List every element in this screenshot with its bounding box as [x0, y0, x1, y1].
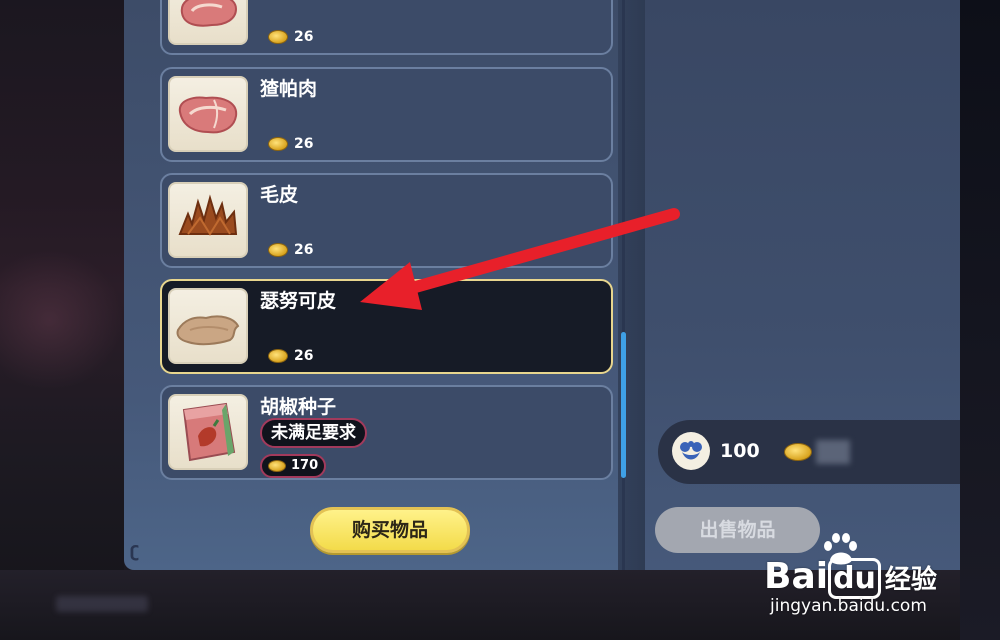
points-value: 100: [720, 440, 760, 462]
blue-flower-icon: [672, 432, 710, 470]
item-price: 26: [268, 242, 313, 258]
seed-packet-icon: [168, 394, 248, 470]
item-name: 猹帕肉: [260, 78, 318, 100]
requirement-not-met-badge: 未满足要求: [260, 418, 367, 448]
watermark-url: jingyan.baidu.com: [770, 596, 927, 616]
shop-detail-panel: [645, 0, 960, 570]
item-price: 170: [260, 454, 327, 478]
raw-meat-icon: [168, 76, 248, 152]
shop-item-card-selected[interactable]: 瑟努可皮 26: [160, 279, 613, 374]
item-price: 26: [268, 136, 313, 152]
gold-coin-icon: [268, 30, 288, 44]
shop-item-card[interactable]: 猹帕肉 26: [160, 67, 613, 162]
shop-item-card[interactable]: 毛皮 26: [160, 173, 613, 268]
baidu-logo: Bai du 经验: [764, 556, 937, 599]
background-scene-left: [0, 0, 124, 640]
item-name: 瑟努可皮: [260, 290, 337, 312]
item-price: 26: [268, 29, 313, 45]
background-scene-right: [960, 0, 1000, 640]
scroll-track: [622, 0, 625, 570]
item-price-value: 26: [294, 136, 314, 152]
gold-coin-icon: [268, 349, 288, 363]
item-name: 毛皮: [260, 184, 299, 206]
shop-item-card[interactable]: 26: [160, 0, 613, 55]
buy-item-button[interactable]: 购买物品: [310, 507, 470, 553]
background-blurred-text: [56, 596, 148, 612]
scrollbar-thumb[interactable]: [621, 332, 626, 478]
raw-meat-icon: [168, 0, 248, 45]
item-price-value: 26: [294, 348, 314, 364]
currency-bar: 100: [658, 420, 960, 484]
item-price-value: 26: [294, 242, 314, 258]
item-price: 26: [268, 348, 313, 364]
gold-coin-icon: [268, 460, 286, 472]
baidu-jingyan-watermark: Bai du 经验 jingyan.baidu.com: [762, 532, 962, 622]
panel-corner-ornament-icon: ʗ: [130, 542, 140, 561]
item-name: 胡椒种子: [260, 396, 337, 418]
gold-coin-icon: [784, 443, 812, 461]
hide-icon: [168, 288, 248, 364]
gold-coin-icon: [268, 137, 288, 151]
fur-icon: [168, 182, 248, 258]
gold-coin-icon: [268, 243, 288, 257]
blurred-coin-value: [816, 440, 850, 464]
shop-item-card[interactable]: 胡椒种子 未满足要求 170: [160, 385, 613, 480]
item-price-value: 170: [291, 458, 319, 473]
item-price-value: 26: [294, 29, 314, 45]
